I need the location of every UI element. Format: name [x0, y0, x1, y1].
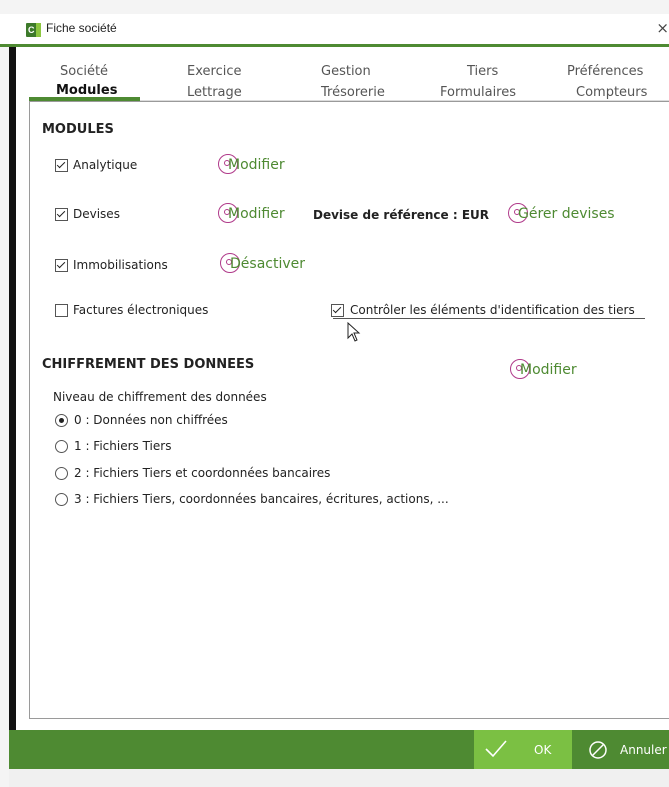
tab-gestion[interactable]: Gestion [321, 64, 371, 79]
controler-checkbox[interactable] [331, 304, 344, 317]
tab-tresorerie[interactable]: Trésorerie [321, 85, 385, 100]
footer-strip [9, 769, 669, 787]
left-edge-bar [9, 47, 16, 757]
factures-label: Factures électroniques [73, 303, 209, 317]
tab-lettrage[interactable]: Lettrage [187, 85, 242, 100]
controler-underline [333, 318, 645, 319]
analytique-checkbox[interactable] [55, 159, 68, 172]
tab-preferences[interactable]: Préférences [567, 64, 643, 79]
cancel-label: Annuler [620, 743, 667, 757]
controler-label: Contrôler les éléments d'identification … [350, 303, 635, 317]
ok-button[interactable]: OK [474, 730, 572, 769]
window-titlebar: C Fiche société × [0, 14, 669, 44]
chiffrement-modify-button[interactable]: Modifier [510, 359, 577, 379]
analytique-modify-button[interactable]: Modifier [218, 154, 285, 174]
ok-label: OK [534, 743, 552, 757]
chiffrement-option-3-label: 3 : Fichiers Tiers, coordonnées bancaire… [74, 492, 449, 506]
analytique-label: Analytique [73, 158, 138, 172]
close-icon[interactable]: × [656, 19, 669, 37]
chiffrement-level-label: Niveau de chiffrement des données [53, 390, 267, 404]
check-icon [485, 740, 507, 758]
tab-societe[interactable]: Société [60, 64, 108, 79]
chiffrement-option-2-radio[interactable] [55, 467, 68, 480]
tab-compteurs[interactable]: Compteurs [576, 85, 647, 100]
chiffrement-title: CHIFFREMENT DES DONNEES [42, 357, 255, 372]
modules-panel [29, 101, 669, 719]
factures-checkbox[interactable] [55, 304, 68, 317]
chiffrement-option-0-label: 0 : Données non chiffrées [74, 413, 228, 427]
chiffrement-option-0-radio[interactable] [55, 414, 68, 427]
cancel-icon [589, 741, 607, 759]
bottom-action-bar: OK Annuler [9, 730, 669, 769]
cancel-button[interactable]: Annuler [576, 730, 669, 769]
chiffrement-option-3-radio[interactable] [55, 493, 68, 506]
devises-modify-button[interactable]: Modifier [218, 203, 285, 223]
mouse-cursor-icon [347, 322, 361, 342]
chiffrement-option-1-radio[interactable] [55, 440, 68, 453]
tab-exercice[interactable]: Exercice [187, 64, 241, 79]
devises-label: Devises [73, 207, 120, 221]
tab-formulaires[interactable]: Formulaires [440, 85, 516, 100]
tab-tiers[interactable]: Tiers [467, 64, 498, 79]
chiffrement-option-2-label: 2 : Fichiers Tiers et coordonnées bancai… [74, 466, 331, 480]
modules-title: MODULES [42, 122, 114, 137]
window-title: Fiche société [46, 21, 117, 35]
immobilisations-checkbox[interactable] [55, 259, 68, 272]
app-icon: C [26, 23, 41, 37]
immobilisations-deactivate-button[interactable]: Désactiver [220, 253, 305, 273]
immobilisations-label: Immobilisations [73, 258, 168, 272]
chiffrement-option-1-label: 1 : Fichiers Tiers [74, 439, 172, 453]
devise-reference: Devise de référence : EUR [313, 208, 490, 222]
manage-devises-button[interactable]: Gérer devises [508, 203, 615, 223]
devises-checkbox[interactable] [55, 208, 68, 221]
tab-modules[interactable]: Modules [56, 83, 117, 98]
